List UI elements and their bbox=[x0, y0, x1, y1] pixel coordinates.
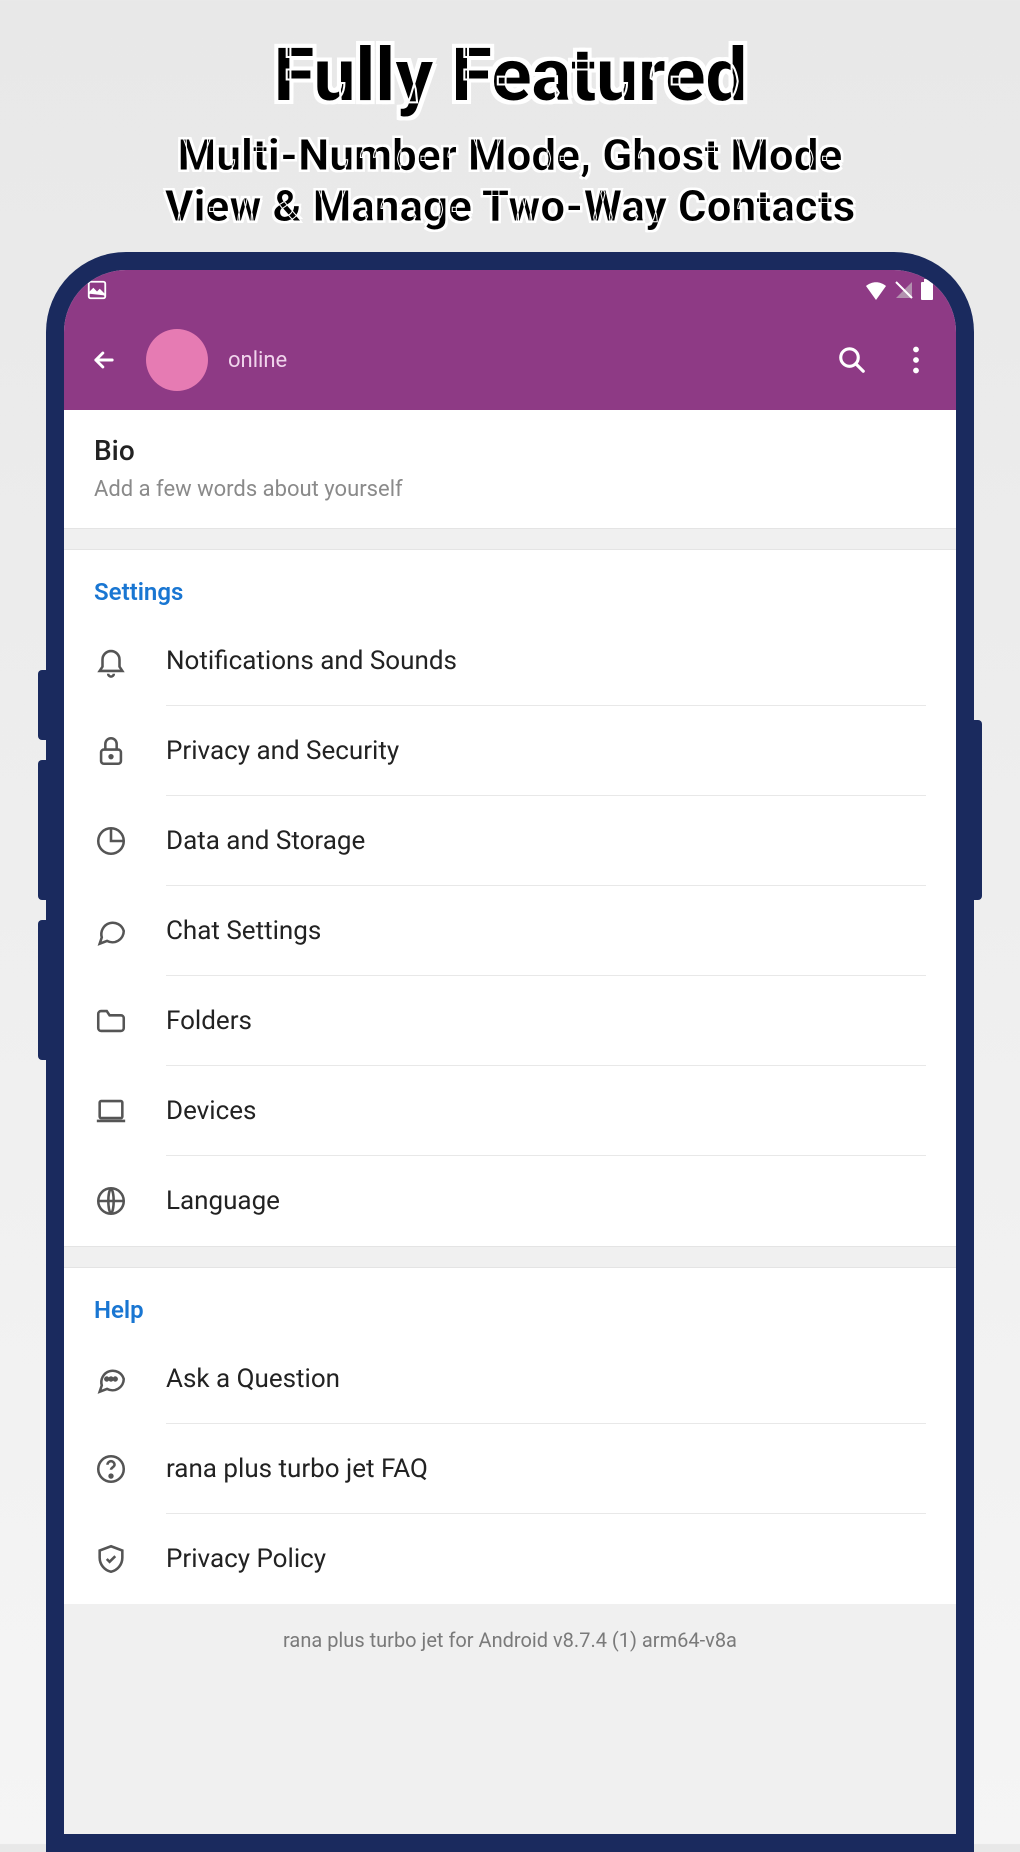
settings-item-notifications[interactable]: Notifications and Sounds bbox=[64, 616, 956, 706]
list-item-label: Language bbox=[166, 1156, 926, 1246]
section-divider bbox=[64, 528, 956, 550]
settings-section: Settings Notifications and Sounds Privac… bbox=[64, 550, 956, 1246]
promo-subtitle-line2: View & Manage Two-Way Contacts bbox=[165, 180, 856, 232]
list-item-label: Privacy and Security bbox=[166, 706, 926, 796]
promo-subtitle: Multi-Number Mode, Ghost Mode View & Man… bbox=[0, 130, 1020, 231]
promo-subtitle-line1: Multi-Number Mode, Ghost Mode bbox=[178, 129, 843, 181]
help-section: Help Ask a Question rana plus turbo jet … bbox=[64, 1268, 956, 1604]
settings-item-devices[interactable]: Devices bbox=[64, 1066, 956, 1156]
settings-item-chat[interactable]: Chat Settings bbox=[64, 886, 956, 976]
folder-icon bbox=[94, 1004, 166, 1038]
list-item-label: Chat Settings bbox=[166, 886, 926, 976]
version-footer: rana plus turbo jet for Android v8.7.4 (… bbox=[64, 1604, 956, 1692]
chat-dots-icon bbox=[94, 1362, 166, 1396]
battery-icon bbox=[920, 279, 934, 301]
settings-item-language[interactable]: Language bbox=[64, 1156, 956, 1246]
list-item-label: Ask a Question bbox=[166, 1334, 926, 1424]
help-item-faq[interactable]: rana plus turbo jet FAQ bbox=[64, 1424, 956, 1514]
list-item-label: Data and Storage bbox=[166, 796, 926, 886]
settings-item-privacy[interactable]: Privacy and Security bbox=[64, 706, 956, 796]
section-divider bbox=[64, 1246, 956, 1268]
list-item-label: rana plus turbo jet FAQ bbox=[166, 1424, 926, 1514]
help-circle-icon bbox=[94, 1452, 166, 1486]
settings-item-data[interactable]: Data and Storage bbox=[64, 796, 956, 886]
help-header: Help bbox=[64, 1268, 956, 1334]
bell-icon bbox=[94, 644, 166, 678]
help-item-privacy-policy[interactable]: Privacy Policy bbox=[64, 1514, 956, 1604]
settings-item-folders[interactable]: Folders bbox=[64, 976, 956, 1066]
image-icon bbox=[86, 279, 108, 301]
promo-title: Fully Featured bbox=[0, 30, 1020, 120]
list-item-label: Folders bbox=[166, 976, 926, 1066]
avatar[interactable] bbox=[146, 329, 208, 391]
more-options-button[interactable] bbox=[894, 338, 938, 382]
help-item-ask[interactable]: Ask a Question bbox=[64, 1334, 956, 1424]
lock-icon bbox=[94, 734, 166, 768]
app-bar: online bbox=[64, 310, 956, 410]
status-bar bbox=[64, 270, 956, 310]
pie-chart-icon bbox=[94, 824, 166, 858]
list-item-label: Privacy Policy bbox=[166, 1514, 926, 1604]
bio-title: Bio bbox=[94, 434, 926, 467]
signal-icon bbox=[894, 280, 914, 300]
presence-status: online bbox=[228, 348, 287, 373]
search-button[interactable] bbox=[830, 338, 874, 382]
list-item-label: Notifications and Sounds bbox=[166, 616, 926, 706]
shield-check-icon bbox=[94, 1542, 166, 1576]
bio-section[interactable]: Bio Add a few words about yourself bbox=[64, 410, 956, 528]
wifi-icon bbox=[864, 280, 888, 300]
list-item-label: Devices bbox=[166, 1066, 926, 1156]
phone-frame: online Bio Add a few words about yoursel… bbox=[46, 252, 974, 1852]
globe-icon bbox=[94, 1184, 166, 1218]
phone-screen: online Bio Add a few words about yoursel… bbox=[64, 270, 956, 1834]
laptop-icon bbox=[94, 1094, 166, 1128]
settings-header: Settings bbox=[64, 550, 956, 616]
chat-icon bbox=[94, 914, 166, 948]
back-button[interactable] bbox=[82, 338, 126, 382]
bio-subtitle: Add a few words about yourself bbox=[94, 477, 926, 502]
